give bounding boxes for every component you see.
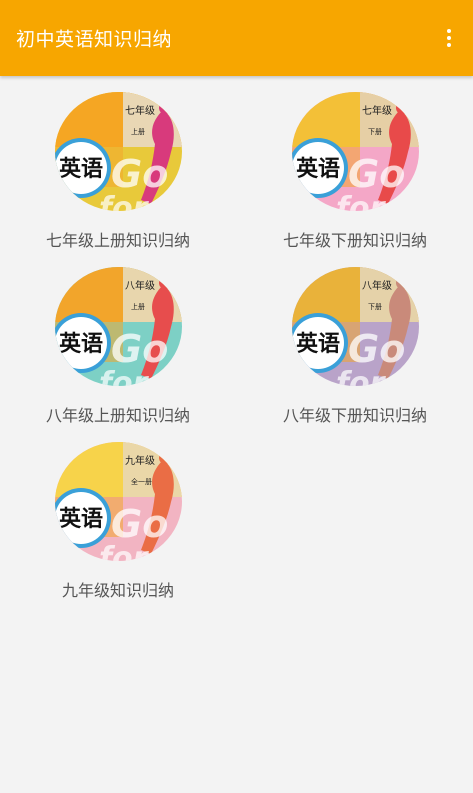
more-options-icon[interactable] [433, 22, 465, 54]
cover-art: 七年级下册 Gofor 英语 [291, 92, 419, 211]
book-card-grade8-vol2[interactable]: 八年级下册 Go for 英语 八年级下册知识归纳 [237, 251, 473, 426]
volume-text: 下册 [368, 303, 382, 311]
volume-text: 全一册 [131, 477, 152, 486]
app-bar: 初中英语知识归纳 [0, 0, 473, 76]
book-cover: 七年级上册 Go for 英语 [54, 92, 182, 211]
grade-text: 八年级 [125, 279, 155, 292]
book-label: 七年级下册知识归纳 [282, 231, 427, 250]
book-cover: 八年级上册 Go for 英语 [54, 267, 182, 386]
book-cover: 七年级下册 Go for 英语 [291, 92, 419, 211]
go-lettering: Go [111, 152, 168, 196]
for-lettering: for [99, 541, 150, 561]
cover-art: 九年级全一册 Gofor 英语 [54, 442, 182, 561]
for-lettering: for [99, 366, 150, 386]
subject-badge-text: 英语 [58, 331, 102, 357]
book-cover: 九年级全一册 Go for 英语 [54, 442, 182, 561]
go-lettering: Go [348, 152, 405, 196]
grade-text: 七年级 [125, 104, 155, 117]
for-lettering: for [99, 191, 150, 211]
book-label: 九年级知识归纳 [61, 581, 174, 600]
subject-badge-text: 英语 [58, 156, 102, 182]
volume-text: 上册 [131, 302, 145, 311]
for-lettering: for [336, 366, 387, 386]
subject-badge-text: 英语 [58, 506, 102, 532]
grade-text: 七年级 [362, 104, 392, 117]
volume-text: 上册 [131, 127, 145, 136]
go-lettering: Go [348, 327, 405, 371]
volume-text: 下册 [368, 128, 382, 136]
app-title: 初中英语知识归纳 [16, 28, 173, 51]
go-lettering: Go [111, 502, 168, 546]
book-label: 七年级上册知识归纳 [45, 231, 190, 250]
grade-text: 八年级 [362, 279, 392, 292]
book-card-grade7-vol1[interactable]: 七年级上册 Go for 英语 七年级上册知识归纳 [0, 76, 236, 251]
book-cover: 八年级下册 Go for 英语 [291, 267, 419, 386]
go-lettering: Go [111, 327, 168, 371]
subject-badge-text: 英语 [295, 331, 339, 357]
cover-art: 八年级上册 Gofor 英语 [54, 267, 182, 386]
book-card-grade7-vol2[interactable]: 七年级下册 Go for 英语 七年级下册知识归纳 [237, 76, 473, 251]
book-label: 八年级上册知识归纳 [45, 406, 190, 425]
cover-art: 八年级下册 Gofor 英语 [291, 267, 419, 386]
book-label: 八年级下册知识归纳 [282, 406, 427, 425]
cover-art: 七年级上册 Gofor 英语 [54, 92, 182, 211]
for-lettering: for [336, 191, 387, 211]
subject-badge-text: 英语 [295, 156, 339, 182]
book-card-grade9[interactable]: 九年级全一册 Go for 英语 九年级知识归纳 [0, 426, 236, 601]
grade-text: 九年级 [125, 454, 155, 467]
book-card-grade8-vol1[interactable]: 八年级上册 Go for 英语 八年级上册知识归纳 [0, 251, 236, 426]
